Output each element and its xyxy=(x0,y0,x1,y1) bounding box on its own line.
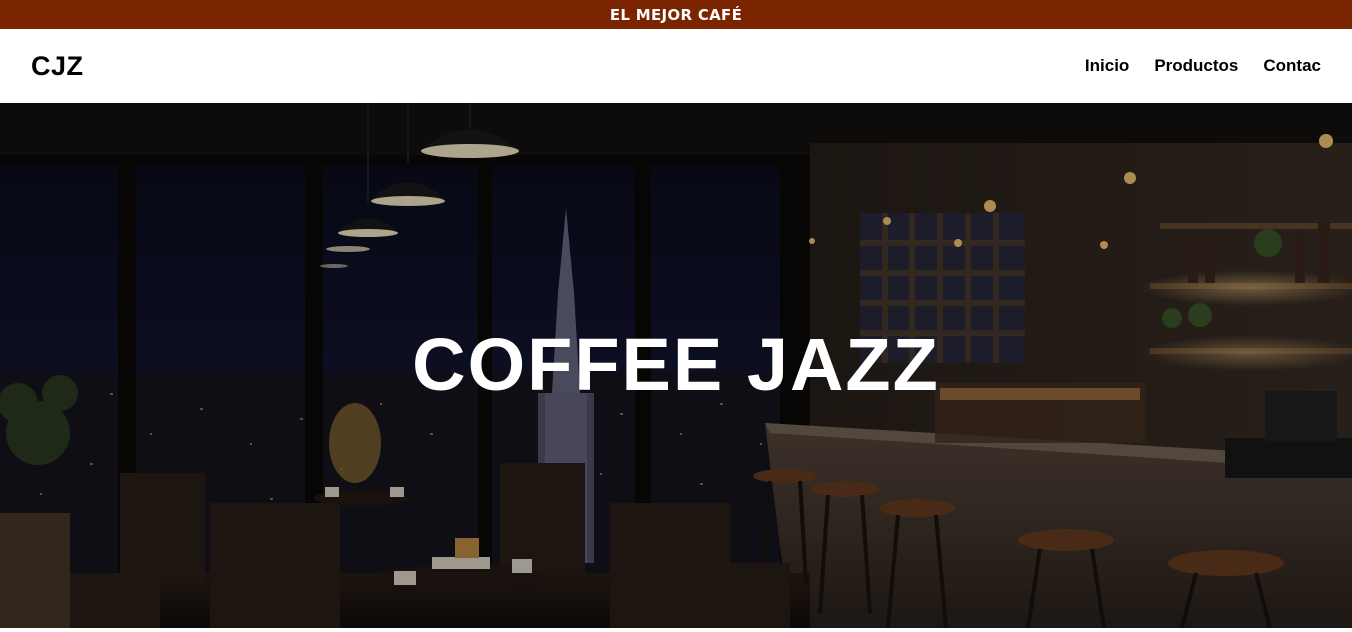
site-header: CJZ Inicio Productos Contac xyxy=(0,29,1352,103)
hero-title: COFFEE JAZZ xyxy=(412,323,940,406)
nav-link-contacto[interactable]: Contac xyxy=(1263,56,1321,76)
promo-banner: EL MEJOR CAFÉ xyxy=(0,0,1352,29)
page-bottom-edge xyxy=(0,628,1352,632)
nav-link-productos[interactable]: Productos xyxy=(1154,56,1238,76)
nav-link-inicio[interactable]: Inicio xyxy=(1085,56,1129,76)
site-logo[interactable]: CJZ xyxy=(31,51,84,82)
promo-banner-text: EL MEJOR CAFÉ xyxy=(609,5,743,24)
hero-section: COFFEE JAZZ xyxy=(0,103,1352,628)
main-nav: Inicio Productos Contac xyxy=(1085,56,1321,76)
